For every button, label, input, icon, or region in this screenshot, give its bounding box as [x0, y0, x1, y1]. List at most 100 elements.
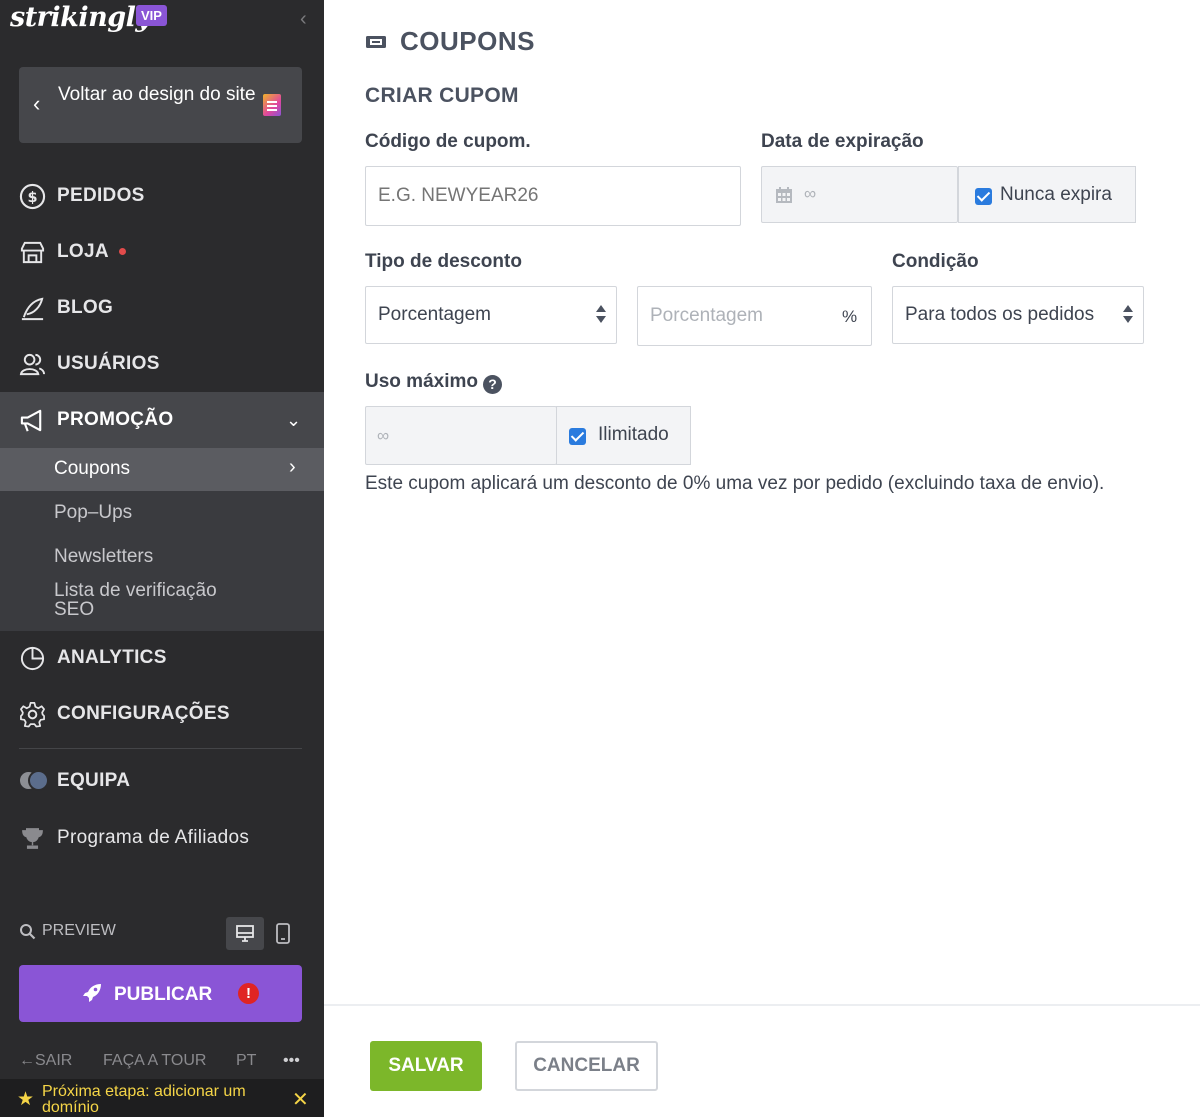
sidebar: strikingly VIP ‹ ‹ Voltar ao design do s…: [0, 0, 324, 1117]
sidebar-item-label: LOJA: [57, 241, 109, 262]
language-link[interactable]: PT: [236, 1052, 256, 1070]
publish-label: PUBLICAR: [114, 984, 213, 1005]
svg-text:$: $: [27, 189, 37, 205]
sidebar-item-promocao[interactable]: PROMOÇÃO ⌄: [0, 392, 324, 448]
expiry-date-value: ∞: [804, 184, 817, 203]
discount-type-label: Tipo de desconto: [365, 251, 522, 272]
sidebar-item-label: CONFIGURAÇÕES: [57, 703, 230, 724]
coupon-code-label: Código de cupom.: [365, 131, 531, 152]
percent-unit: %: [842, 307, 858, 326]
next-step-text: Próxima etapa: adicionar um domínio: [42, 1083, 246, 1116]
close-icon[interactable]: ✕: [292, 1087, 309, 1112]
expiry-date-input[interactable]: ∞: [761, 166, 958, 223]
tour-link[interactable]: FAÇA A TOUR: [103, 1052, 206, 1070]
mobile-preview-button[interactable]: [268, 917, 298, 950]
calendar-icon: [776, 187, 792, 203]
condition-select[interactable]: Para todos os pedidos: [892, 286, 1144, 344]
help-icon[interactable]: ?: [482, 375, 502, 394]
expiry-date-label: Data de expiração: [761, 131, 924, 152]
condition-value: Para todos os pedidos: [905, 304, 1095, 325]
sidebar-item-configuracoes[interactable]: CONFIGURAÇÕES: [0, 686, 324, 742]
discount-amount-placeholder: Porcentagem: [650, 305, 764, 326]
desktop-icon: [236, 925, 254, 942]
sidebar-item-label: PEDIDOS: [57, 185, 145, 206]
collapse-sidebar-icon[interactable]: ‹: [300, 8, 307, 31]
unlimited-checkbox-wrapper[interactable]: Ilimitado: [556, 406, 691, 465]
cancel-button[interactable]: CANCELAR: [515, 1041, 658, 1091]
pie-chart-icon: [20, 646, 45, 670]
unlimited-checkbox[interactable]: [569, 428, 586, 445]
team-avatars-icon: [18, 770, 49, 792]
discount-amount-input[interactable]: Porcentagem %: [637, 286, 872, 346]
sidebar-item-analytics[interactable]: ANALYTICS: [0, 630, 324, 686]
page-title: COUPONS: [365, 26, 535, 57]
sidebar-item-label: BLOG: [57, 297, 114, 318]
condition-label: Condição: [892, 251, 979, 272]
vip-badge: VIP: [136, 5, 167, 26]
save-button[interactable]: SALVAR: [370, 1041, 482, 1091]
max-use-value: ∞: [377, 426, 390, 445]
sidebar-item-label: Programa de Afiliados: [57, 827, 250, 848]
preview-label: PREVIEW: [42, 922, 116, 939]
feather-pen-icon: [21, 297, 44, 320]
mobile-icon: [276, 923, 290, 944]
sidebar-item-label: ANALYTICS: [57, 647, 167, 668]
coupon-code-input[interactable]: [365, 166, 741, 226]
coupon-description: Este cupom aplicará um desconto de 0% um…: [365, 473, 1105, 494]
strikingly-logo[interactable]: strikingly: [10, 2, 151, 33]
sidebar-item-label: EQUIPA: [57, 770, 131, 791]
submenu-item-popups[interactable]: Pop–Ups: [0, 502, 324, 526]
users-icon: [19, 353, 46, 375]
select-arrows-icon: [1123, 304, 1133, 326]
back-button-label: Voltar ao design do site: [58, 84, 256, 105]
select-arrows-icon: [596, 304, 606, 326]
rocket-icon: [83, 984, 101, 1002]
desktop-preview-button[interactable]: [226, 917, 264, 950]
next-step-banner[interactable]: ★ Próxima etapa: adicionar um domínio ✕: [0, 1079, 324, 1117]
max-use-label: Uso máximo?: [365, 371, 502, 394]
discount-type-select[interactable]: Porcentagem: [365, 286, 617, 344]
submenu-item-coupons[interactable]: Coupons ›: [0, 448, 324, 491]
promocao-submenu: Coupons › Pop–Ups Newsletters Lista de v…: [0, 448, 324, 631]
never-expires-label: Nunca expira: [1000, 184, 1112, 205]
discount-type-value: Porcentagem: [378, 304, 492, 325]
gear-icon: [20, 701, 45, 727]
sidebar-item-afiliados[interactable]: Programa de Afiliados: [0, 810, 324, 866]
never-expires-checkbox[interactable]: [975, 188, 992, 205]
notification-dot: [118, 248, 126, 256]
max-use-input[interactable]: ∞: [365, 406, 557, 465]
sidebar-item-label: USUÁRIOS: [57, 353, 160, 374]
dollar-circle-icon: $: [19, 183, 46, 209]
store-icon: [20, 241, 45, 263]
publish-button[interactable]: PUBLICAR !: [19, 965, 302, 1022]
more-options-icon[interactable]: •••: [283, 1052, 300, 1070]
publish-alert-badge: !: [238, 983, 259, 1004]
main-content: COUPONS CRIAR CUPOM Código de cupom. Dat…: [324, 0, 1200, 1117]
sidebar-item-equipa[interactable]: EQUIPA: [0, 753, 324, 809]
megaphone-icon: [20, 409, 42, 431]
section-title: CRIAR CUPOM: [365, 84, 519, 107]
page-document-icon: [263, 94, 281, 116]
sidebar-item-pedidos[interactable]: $ PEDIDOS: [0, 168, 324, 224]
submenu-item-seo-checklist[interactable]: Lista de verificação SEO: [0, 581, 324, 621]
sidebar-item-blog[interactable]: BLOG: [0, 280, 324, 336]
preview-link[interactable]: PREVIEW: [19, 922, 116, 940]
exit-link[interactable]: ← SAIR: [19, 1052, 72, 1070]
ticket-icon: [366, 35, 386, 48]
sidebar-item-loja[interactable]: LOJA: [0, 224, 324, 280]
submenu-item-newsletters[interactable]: Newsletters: [0, 546, 324, 570]
chevron-left-icon: ‹: [33, 91, 41, 116]
star-icon: ★: [17, 1089, 35, 1110]
sidebar-divider: [19, 748, 302, 749]
chevron-right-icon: ›: [289, 456, 296, 478]
search-icon: [20, 923, 36, 939]
unlimited-label: Ilimitado: [598, 424, 669, 445]
sidebar-item-label: PROMOÇÃO: [57, 409, 174, 430]
sidebar-item-usuarios[interactable]: USUÁRIOS: [0, 336, 324, 392]
chevron-down-icon: ⌄: [286, 409, 302, 430]
sidebar-footer: ← SAIR FAÇA A TOUR PT •••: [19, 1052, 309, 1072]
trophy-icon: [22, 827, 43, 849]
never-expires-checkbox-wrapper[interactable]: Nunca expira: [958, 166, 1136, 223]
back-to-site-design-button[interactable]: ‹ Voltar ao design do site: [19, 67, 302, 143]
action-bar: SALVAR CANCELAR: [324, 1004, 1200, 1117]
